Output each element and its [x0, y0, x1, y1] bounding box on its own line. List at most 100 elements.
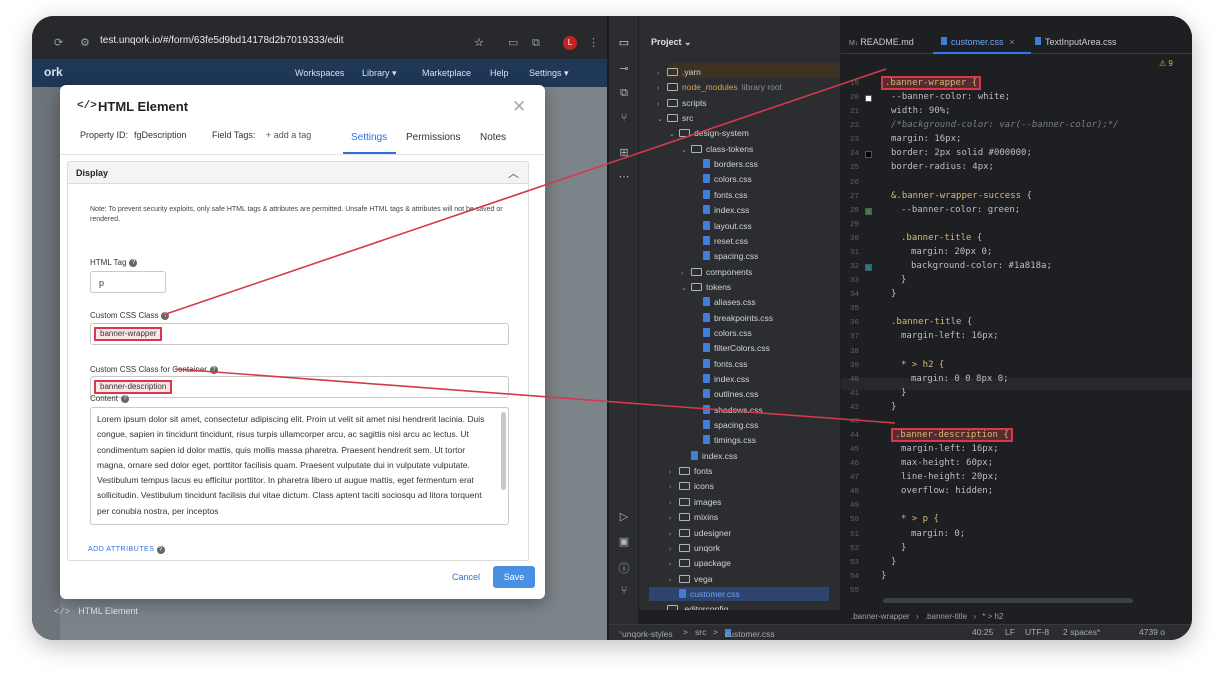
crumb-1[interactable]: .banner-wrapper	[851, 612, 910, 621]
code-line[interactable]: border-radius: 4px;	[891, 162, 994, 172]
tree-item[interactable]: colors.css	[693, 172, 752, 186]
code-line[interactable]: .banner-title {	[891, 317, 972, 327]
help-icon[interactable]: ?	[209, 365, 218, 374]
chevron-up-icon[interactable]: ︿	[508, 165, 519, 181]
tree-item[interactable]: › .yarn	[657, 65, 701, 79]
code-line[interactable]: &.banner-wrapper-success {	[891, 191, 1032, 201]
code-line[interactable]: }	[891, 289, 896, 299]
tree-item[interactable]: colors.css	[693, 326, 752, 340]
tree-item[interactable]: › upackage	[669, 556, 731, 570]
cancel-button[interactable]: Cancel	[452, 572, 480, 582]
save-button[interactable]: Save	[493, 566, 535, 588]
help-icon[interactable]: ?	[156, 546, 165, 554]
code-line[interactable]: margin: 16px;	[891, 134, 961, 144]
tree-item[interactable]: fonts.css	[693, 357, 748, 371]
terminal-icon[interactable]: ▣	[618, 535, 630, 548]
code-line[interactable]: * > p {	[901, 514, 939, 524]
tree-item[interactable]: ⌄ class-tokens	[681, 142, 753, 156]
tree-item[interactable]: shadows.css	[693, 403, 763, 417]
code-line[interactable]: margin-left: 16px;	[901, 444, 999, 454]
container-class-input[interactable]: banner-description	[90, 376, 509, 398]
code-line[interactable]: margin-left: 16px;	[901, 331, 999, 341]
tree-item[interactable]: ⌄ tokens	[681, 280, 731, 294]
browser-menu-icon[interactable]: ⋮	[588, 36, 599, 50]
add-attributes-link[interactable]: ADD ATTRIBUTES ?	[88, 546, 165, 554]
address-bar[interactable]: ⟳ ⚙ test.unqork.io/#/form/63fe5d9bd14178…	[32, 32, 607, 54]
chevron-right-icon[interactable]: ›	[657, 67, 667, 81]
tab-customer-css[interactable]: customer.css ×	[941, 37, 1015, 47]
code-line[interactable]: }	[901, 388, 906, 398]
code-line[interactable]: max-height: 60px;	[901, 458, 993, 468]
code-line[interactable]: /*background-color: var(--banner-color);…	[891, 120, 1119, 130]
nav-workspaces[interactable]: Workspaces	[295, 68, 344, 78]
tree-item[interactable]: › icons	[669, 479, 714, 493]
code-line[interactable]: }	[901, 275, 906, 285]
tab-notes[interactable]: Notes	[480, 132, 506, 143]
status-folder[interactable]: src	[695, 627, 706, 637]
tree-item[interactable]: ⌄ src	[657, 111, 693, 125]
file-encoding[interactable]: UTF-8	[1025, 627, 1049, 637]
tree-item[interactable]: › vega	[669, 572, 712, 586]
close-tab-icon[interactable]: ×	[1010, 37, 1015, 47]
url-text[interactable]: test.unqork.io/#/form/63fe5d9bd14178d2b7…	[100, 35, 344, 46]
code-line[interactable]: margin: 0 0 8px 0;	[911, 374, 1009, 384]
code-line[interactable]: background-color: #1a818a;	[911, 261, 1052, 271]
problems-icon[interactable]: ⓘ	[618, 560, 630, 576]
bottom-component-item[interactable]: </> HTML Element	[54, 606, 138, 617]
code-line[interactable]: margin: 20px 0;	[911, 247, 992, 257]
color-swatch[interactable]	[865, 207, 872, 215]
tree-item[interactable]: outlines.css	[693, 387, 758, 401]
nav-settings[interactable]: Settings ▾	[529, 68, 569, 79]
commit-icon[interactable]: ⊸	[618, 62, 630, 75]
plugins-icon[interactable]: ⊞	[618, 146, 630, 159]
code-line[interactable]: }	[891, 402, 896, 412]
html-tag-input[interactable]: p	[90, 271, 166, 293]
chevron-right-icon[interactable]: ›	[681, 267, 691, 281]
tree-item[interactable]: index.css	[681, 449, 737, 463]
tree-item[interactable]: timings.css	[693, 433, 756, 447]
project-dropdown[interactable]: Project ⌄	[651, 37, 692, 48]
cast-icon[interactable]: ▭	[508, 36, 518, 50]
chevron-down-icon[interactable]: ⌄	[657, 113, 667, 127]
tab-permissions[interactable]: Permissions	[406, 132, 460, 143]
display-section-header[interactable]: Display ︿	[68, 162, 528, 184]
css-class-input[interactable]: banner-wrapper	[90, 323, 509, 345]
git-icon[interactable]: ⑂	[618, 585, 630, 597]
color-swatch[interactable]	[865, 151, 872, 159]
tree-item[interactable]: › images	[669, 495, 721, 509]
chevron-right-icon[interactable]: ›	[669, 466, 679, 480]
code-line[interactable]: .banner-description {	[891, 428, 1013, 442]
tree-item[interactable]: index.css	[693, 203, 749, 217]
tree-item[interactable]: filterColors.css	[693, 341, 770, 355]
tree-item[interactable]: › unqork	[669, 541, 720, 555]
code-line[interactable]: --banner-color: green;	[901, 205, 1020, 215]
more-tools-icon[interactable]: ⋯	[618, 170, 630, 183]
tree-item[interactable]: › components	[681, 265, 752, 279]
tree-item[interactable]: › udesigner	[669, 526, 731, 540]
tree-item[interactable]: customer.css	[669, 587, 740, 601]
chevron-right-icon[interactable]: ›	[669, 481, 679, 495]
content-textarea[interactable]: Lorem ipsum dolor sit amet, consectetur …	[90, 407, 509, 525]
code-line[interactable]: * > h2 {	[901, 360, 944, 370]
tree-item[interactable]: index.css	[693, 372, 749, 386]
site-settings-icon[interactable]: ⚙	[80, 36, 90, 50]
content-scrollbar[interactable]	[501, 412, 506, 490]
chevron-down-icon[interactable]: ⌄	[681, 144, 691, 158]
tree-item[interactable]: › scripts	[657, 96, 707, 110]
tree-item[interactable]: › node_modules library root	[657, 80, 782, 94]
help-icon[interactable]: ?	[121, 394, 130, 403]
chevron-right-icon[interactable]: ›	[657, 98, 667, 112]
tab-textinputarea[interactable]: TextInputArea.css	[1035, 37, 1117, 47]
tab-readme[interactable]: M↓ README.md	[849, 37, 914, 47]
chevron-right-icon[interactable]: ›	[669, 497, 679, 511]
horizontal-scrollbar[interactable]	[883, 598, 1133, 603]
extensions-icon[interactable]: ⧉	[532, 36, 540, 50]
color-swatch[interactable]	[865, 95, 872, 103]
color-swatch[interactable]	[865, 264, 872, 272]
chevron-right-icon[interactable]: ›	[669, 543, 679, 557]
tree-item[interactable]: ⌄ design-system	[669, 126, 749, 140]
nav-marketplace[interactable]: Marketplace	[422, 68, 471, 78]
code-line[interactable]: }	[881, 571, 886, 581]
chevron-right-icon[interactable]: ›	[669, 512, 679, 526]
indent-setting[interactable]: 2 spaces*	[1063, 627, 1100, 637]
